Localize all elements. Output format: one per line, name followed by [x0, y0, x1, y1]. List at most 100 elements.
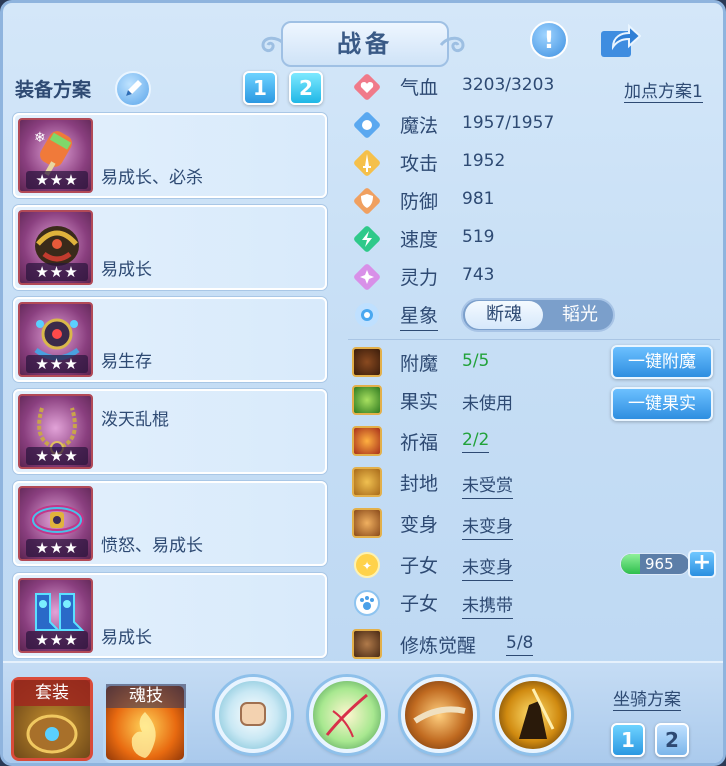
star-rating: ★★★ [26, 539, 88, 557]
child-points-fill [621, 554, 641, 574]
strike-icon [413, 706, 466, 724]
stat-defense: 防御 981 [348, 183, 723, 219]
stat-label: 速度 [400, 229, 439, 251]
awaken-icon [352, 629, 382, 659]
stat-label: 气血 [400, 77, 439, 99]
attr-label: 祈福 [400, 432, 439, 454]
attr-blessing: 祈福 2/2 [348, 424, 723, 460]
equipment-desc: 易成长 [101, 260, 152, 280]
attr-value[interactable]: 未受赏 [462, 471, 513, 499]
attr-label: 修炼觉醒 [400, 635, 477, 657]
blessing-icon [352, 426, 382, 456]
equipment-slot-boots[interactable]: ★★★ 易成长 [13, 573, 327, 658]
amulet-equip-icon: ★★★ [18, 302, 93, 377]
edit-plan-button[interactable] [115, 71, 151, 107]
svg-text:❄: ❄ [34, 130, 46, 146]
svg-text:✦: ✦ [362, 559, 372, 573]
one-click-enchant-button[interactable]: 一键附魔 [611, 345, 713, 379]
stat-value: 1952 [462, 151, 506, 171]
child-icon: ✦ [354, 552, 380, 578]
equipment-slot-weapon[interactable]: ❄ ★★★ 易成长、必杀 [13, 113, 327, 198]
equipment-slot-belt[interactable]: ★★★ 愤怒、易成长 [13, 481, 327, 566]
star-sign-label[interactable]: 星象 [400, 301, 439, 331]
stat-mp: 魔法 1957/1957 [348, 107, 723, 143]
attr-value: 未使用 [462, 394, 513, 414]
heart-icon [354, 74, 380, 100]
soul-skill-button[interactable]: 魂技 [103, 683, 187, 763]
divider [348, 339, 720, 340]
equipment-plan-1-button[interactable]: 1 [243, 71, 277, 105]
child-points-bar: 965 [620, 553, 690, 575]
attr-awaken: 修炼觉醒 5/8 [348, 627, 723, 663]
skill-shadow-icon[interactable] [495, 677, 571, 753]
star-sign-icon [355, 303, 379, 327]
paw-icon [354, 590, 380, 616]
attr-value[interactable]: 未变身 [462, 512, 513, 540]
equipment-slot-amulet[interactable]: ★★★ 易生存 [13, 297, 327, 382]
boots-equip-icon: ★★★ [18, 578, 93, 653]
attr-fief: 封地 未受赏 [348, 465, 723, 501]
share-icon[interactable] [599, 23, 641, 59]
skill-vine-icon[interactable] [309, 677, 385, 753]
stat-label: 灵力 [400, 267, 439, 289]
set-button[interactable]: 套装 [11, 677, 93, 761]
soul-skill-label: 魂技 [106, 684, 186, 708]
attr-child-1: ✦ 子女 未变身 965 + [348, 547, 723, 583]
equipment-desc: 易成长、必杀 [101, 168, 203, 188]
mount-plan-label[interactable]: 坐骑方案 [613, 685, 681, 711]
attr-label: 子女 [400, 593, 439, 615]
equipment-list: ❄ ★★★ 易成长、必杀 ★★★ 易成长 ★★★ 易生存 ★★★ 泼天乱棍 ★★… [13, 113, 327, 665]
skill-fist-icon[interactable] [215, 677, 291, 753]
stat-value: 981 [462, 189, 495, 209]
attr-enchant: 附魔 5/5 一键附魔 [348, 345, 723, 381]
stat-value: 519 [462, 227, 495, 247]
attr-child-2: 子女 未携带 [348, 585, 723, 621]
star-sign-row: 星象 断魂 韬光 [348, 297, 723, 333]
attr-value[interactable]: 2/2 [462, 430, 490, 453]
shadow-warrior-icon [519, 688, 555, 739]
belt-equip-icon: ★★★ [18, 486, 93, 561]
star-sign-toggle[interactable]: 断魂 韬光 [461, 298, 615, 332]
star-sign-option-duanhun[interactable]: 断魂 [465, 301, 543, 329]
star-rating: ★★★ [26, 447, 88, 465]
enchant-icon [352, 347, 382, 377]
set-label: 套装 [14, 680, 90, 706]
attr-label: 变身 [400, 514, 439, 536]
point-plan-link[interactable]: 加点方案1 [624, 77, 703, 103]
stat-value: 1957/1957 [462, 113, 555, 133]
fief-icon [352, 467, 382, 497]
info-icon[interactable]: ! [530, 21, 568, 59]
star-rating: ★★★ [26, 631, 88, 649]
fruit-icon [352, 385, 382, 415]
skill-strike-icon[interactable] [401, 677, 477, 753]
attr-value[interactable]: 未变身 [462, 553, 513, 581]
fist-icon [240, 702, 266, 726]
equipment-desc: 易成长 [101, 628, 152, 648]
stat-value: 743 [462, 265, 495, 285]
mount-plan-1-button[interactable]: 1 [611, 723, 645, 757]
stat-spirit: 灵力 743 [348, 259, 723, 295]
star-sign-option-taoguang[interactable]: 韬光 [545, 301, 615, 329]
attr-label: 果实 [400, 391, 439, 413]
pencil-icon [126, 80, 142, 96]
mount-plan-2-button[interactable]: 2 [655, 723, 689, 757]
equipment-slot-helmet[interactable]: ★★★ 易成长 [13, 205, 327, 290]
attr-value[interactable]: 5/8 [506, 633, 534, 656]
vine-icon [325, 693, 368, 738]
star-rating: ★★★ [26, 171, 88, 189]
stat-label: 攻击 [400, 153, 439, 175]
attr-label: 子女 [400, 555, 439, 577]
star-rating: ★★★ [26, 263, 88, 281]
attr-value[interactable]: 未携带 [462, 591, 513, 619]
spirit-icon [354, 264, 380, 290]
necklace-equip-icon: ★★★ [18, 394, 93, 469]
attr-transform: 变身 未变身 [348, 506, 723, 542]
equipment-slot-necklace[interactable]: ★★★ 泼天乱棍 [13, 389, 327, 474]
shield-icon [354, 188, 380, 214]
equipment-plan-2-button[interactable]: 2 [289, 71, 323, 105]
equipment-plan-label: 装备方案 [15, 79, 92, 101]
star-rating: ★★★ [26, 355, 88, 373]
add-points-button[interactable]: + [688, 550, 716, 578]
one-click-fruit-button[interactable]: 一键果实 [611, 387, 713, 421]
equipment-plan-header: 装备方案 1 2 [15, 71, 335, 107]
